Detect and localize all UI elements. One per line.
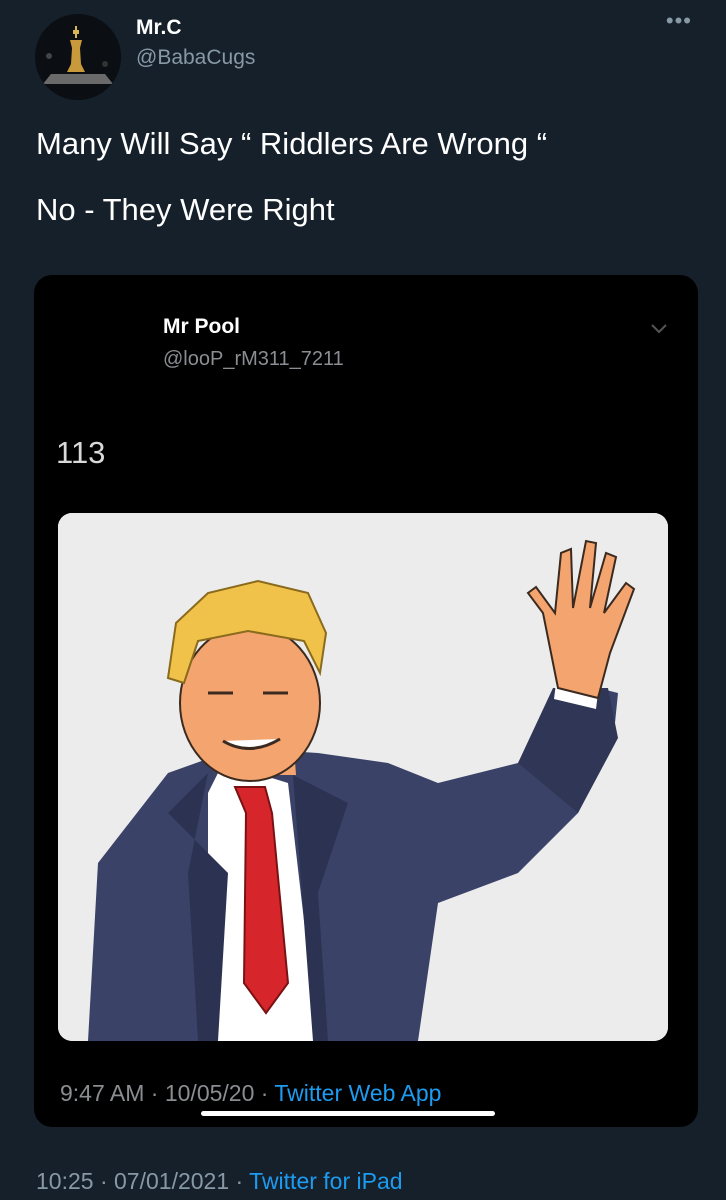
embedded-source-link: Twitter Web App — [274, 1080, 442, 1106]
author-display-name[interactable]: Mr.C — [136, 16, 182, 40]
cartoon-waving-image — [58, 513, 668, 1041]
embedded-count: 113 — [56, 435, 106, 470]
avatar[interactable] — [35, 14, 121, 100]
chess-king-icon — [35, 14, 121, 100]
tweet-timestamp[interactable]: 10:25 · 07/01/2021 · Twitter for iPad — [36, 1168, 403, 1195]
embedded-timestamp: 9:47 AM · 10/05/20 · Twitter Web App — [60, 1080, 442, 1106]
embedded-username: @looP_rM311_7211 — [163, 348, 344, 370]
author-username[interactable]: @BabaCugs — [136, 46, 255, 70]
more-horizontal-icon[interactable]: ••• — [666, 8, 692, 34]
embedded-screenshot[interactable]: Mr Pool @looP_rM311_7211 113 9:47 AM · 1… — [34, 275, 698, 1127]
chevron-down-icon — [651, 324, 667, 334]
tweet-text-line-2: No - They Were Right — [36, 192, 335, 227]
tweet-text-line-1: Many Will Say “ Riddlers Are Wrong “ — [36, 126, 548, 161]
embedded-display-name: Mr Pool — [163, 315, 240, 338]
tweet-source-link[interactable]: Twitter for iPad — [249, 1168, 402, 1194]
home-indicator — [201, 1111, 495, 1116]
